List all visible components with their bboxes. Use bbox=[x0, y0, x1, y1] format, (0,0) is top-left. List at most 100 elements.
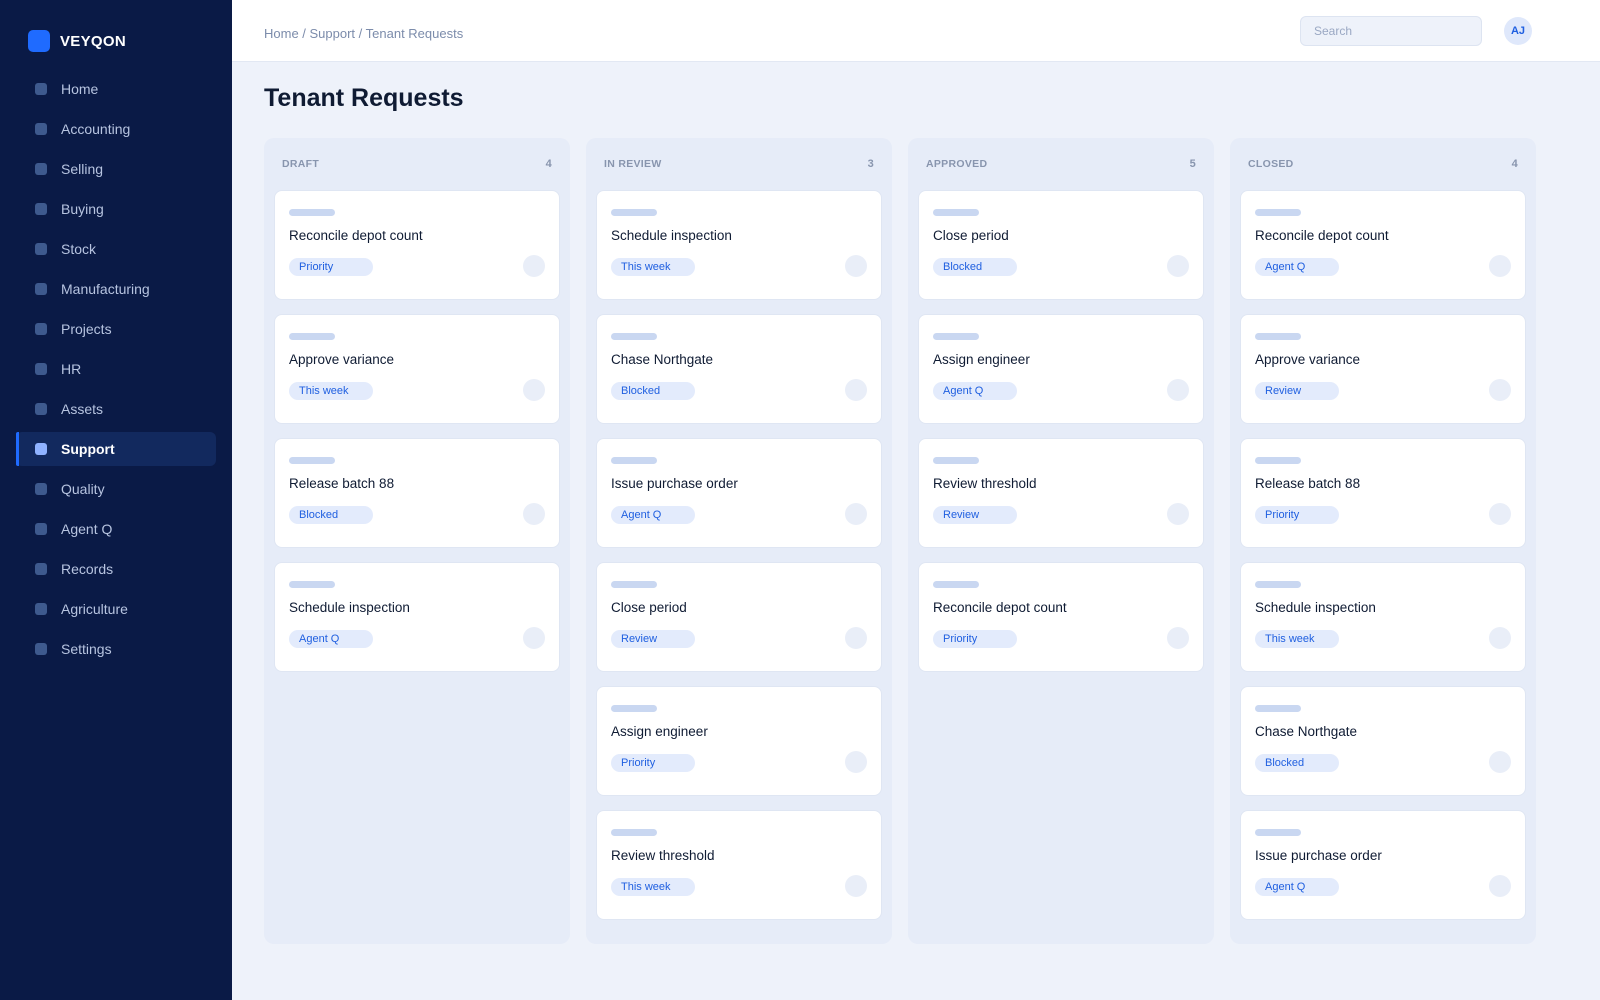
column-closed: CLOSED 4 Reconcile depot count Agent Q Appro… bbox=[1230, 138, 1536, 944]
task-card[interactable]: Release batch 88 Blocked bbox=[274, 438, 560, 548]
sidebar-item-selling[interactable]: Selling bbox=[16, 152, 216, 186]
page-title: Tenant Requests bbox=[264, 84, 464, 112]
assignee-avatar-icon[interactable] bbox=[845, 751, 867, 773]
sidebar-item-hr[interactable]: HR bbox=[16, 352, 216, 386]
sidebar-item-agent-q[interactable]: Agent Q bbox=[16, 512, 216, 546]
sidebar-item-manufacturing[interactable]: Manufacturing bbox=[16, 272, 216, 306]
card-placeholder-bar bbox=[1255, 333, 1301, 340]
square-icon bbox=[35, 563, 47, 575]
sidebar-item-records[interactable]: Records bbox=[16, 552, 216, 586]
task-card[interactable]: Issue purchase order Agent Q bbox=[1240, 810, 1526, 920]
column-header: IN REVIEW 3 bbox=[596, 138, 882, 190]
breadcrumb[interactable]: Home / Support / Tenant Requests bbox=[264, 26, 463, 41]
avatar[interactable]: AJ bbox=[1504, 17, 1532, 45]
column-title: APPROVED bbox=[926, 158, 988, 170]
column-title: CLOSED bbox=[1248, 158, 1294, 170]
task-card[interactable]: Review threshold Review bbox=[918, 438, 1204, 548]
sidebar-item-agriculture[interactable]: Agriculture bbox=[16, 592, 216, 626]
assignee-avatar-icon[interactable] bbox=[1167, 503, 1189, 525]
task-card[interactable]: Assign engineer Priority bbox=[596, 686, 882, 796]
sidebar-item-stock[interactable]: Stock bbox=[16, 232, 216, 266]
column-count: 5 bbox=[1189, 158, 1196, 170]
task-card[interactable]: Release batch 88 Priority bbox=[1240, 438, 1526, 548]
card-tag: Blocked bbox=[611, 382, 695, 400]
sidebar-item-label: Support bbox=[61, 441, 115, 457]
card-placeholder-bar bbox=[611, 333, 657, 340]
assignee-avatar-icon[interactable] bbox=[845, 627, 867, 649]
square-icon bbox=[35, 363, 47, 375]
search-input[interactable] bbox=[1300, 16, 1482, 46]
sidebar-item-label: Accounting bbox=[61, 121, 131, 137]
task-card[interactable]: Close period Review bbox=[596, 562, 882, 672]
task-card[interactable]: Close period Blocked bbox=[918, 190, 1204, 300]
assignee-avatar-icon[interactable] bbox=[523, 255, 545, 277]
assignee-avatar-icon[interactable] bbox=[1489, 379, 1511, 401]
assignee-avatar-icon[interactable] bbox=[1489, 751, 1511, 773]
assignee-avatar-icon[interactable] bbox=[1489, 255, 1511, 277]
assignee-avatar-icon[interactable] bbox=[1167, 627, 1189, 649]
sidebar-item-projects[interactable]: Projects bbox=[16, 312, 216, 346]
task-card[interactable]: Assign engineer Agent Q bbox=[918, 314, 1204, 424]
task-card[interactable]: Reconcile depot count Agent Q bbox=[1240, 190, 1526, 300]
square-icon bbox=[35, 243, 47, 255]
column-count: 3 bbox=[867, 158, 874, 170]
sidebar-item-label: HR bbox=[61, 361, 82, 377]
card-title: Reconcile depot count bbox=[1255, 228, 1389, 243]
sidebar-item-label: Home bbox=[61, 81, 99, 97]
sidebar-item-support[interactable]: Support bbox=[16, 432, 216, 466]
sidebar-item-assets[interactable]: Assets bbox=[16, 392, 216, 426]
square-icon bbox=[35, 83, 47, 95]
task-card[interactable]: Reconcile depot count Priority bbox=[918, 562, 1204, 672]
card-placeholder-bar bbox=[1255, 457, 1301, 464]
card-title: Release batch 88 bbox=[1255, 476, 1361, 491]
assignee-avatar-icon[interactable] bbox=[1489, 503, 1511, 525]
task-card[interactable]: Chase Northgate Blocked bbox=[596, 314, 882, 424]
card-placeholder-bar bbox=[933, 581, 979, 588]
square-icon bbox=[35, 123, 47, 135]
column-in-review: IN REVIEW 3 Schedule inspection This week Ch… bbox=[586, 138, 892, 944]
brand[interactable]: VEYQON bbox=[28, 30, 126, 52]
task-card[interactable]: Approve variance Review bbox=[1240, 314, 1526, 424]
assignee-avatar-icon[interactable] bbox=[1489, 627, 1511, 649]
assignee-avatar-icon[interactable] bbox=[845, 255, 867, 277]
assignee-avatar-icon[interactable] bbox=[1167, 379, 1189, 401]
card-title: Reconcile depot count bbox=[933, 600, 1067, 615]
card-title: Review threshold bbox=[933, 476, 1037, 491]
sidebar-item-home[interactable]: Home bbox=[16, 72, 216, 106]
column-count: 4 bbox=[545, 158, 552, 170]
column-draft: DRAFT 4 Reconcile depot count Priority Appro… bbox=[264, 138, 570, 944]
task-card[interactable]: Schedule inspection This week bbox=[1240, 562, 1526, 672]
sidebar-item-quality[interactable]: Quality bbox=[16, 472, 216, 506]
card-tag: Agent Q bbox=[933, 382, 1017, 400]
card-tag: Blocked bbox=[289, 506, 373, 524]
card-tag: Priority bbox=[1255, 506, 1339, 524]
task-card[interactable]: Reconcile depot count Priority bbox=[274, 190, 560, 300]
square-icon bbox=[35, 643, 47, 655]
card-title: Release batch 88 bbox=[289, 476, 395, 491]
assignee-avatar-icon[interactable] bbox=[523, 379, 545, 401]
card-title: Issue purchase order bbox=[1255, 848, 1382, 863]
assignee-avatar-icon[interactable] bbox=[523, 627, 545, 649]
task-card[interactable]: Schedule inspection Agent Q bbox=[274, 562, 560, 672]
card-placeholder-bar bbox=[611, 829, 657, 836]
sidebar-item-buying[interactable]: Buying bbox=[16, 192, 216, 226]
assignee-avatar-icon[interactable] bbox=[845, 503, 867, 525]
assignee-avatar-icon[interactable] bbox=[523, 503, 545, 525]
square-icon bbox=[35, 323, 47, 335]
column-count: 4 bbox=[1511, 158, 1518, 170]
task-card[interactable]: Review threshold This week bbox=[596, 810, 882, 920]
sidebar-item-accounting[interactable]: Accounting bbox=[16, 112, 216, 146]
card-tag: This week bbox=[611, 878, 695, 896]
card-title: Assign engineer bbox=[933, 352, 1030, 367]
assignee-avatar-icon[interactable] bbox=[1167, 255, 1189, 277]
assignee-avatar-icon[interactable] bbox=[845, 379, 867, 401]
task-card[interactable]: Chase Northgate Blocked bbox=[1240, 686, 1526, 796]
task-card[interactable]: Approve variance This week bbox=[274, 314, 560, 424]
task-card[interactable]: Issue purchase order Agent Q bbox=[596, 438, 882, 548]
assignee-avatar-icon[interactable] bbox=[845, 875, 867, 897]
sidebar-item-settings[interactable]: Settings bbox=[16, 632, 216, 666]
task-card[interactable]: Schedule inspection This week bbox=[596, 190, 882, 300]
assignee-avatar-icon[interactable] bbox=[1489, 875, 1511, 897]
card-title: Review threshold bbox=[611, 848, 715, 863]
card-placeholder-bar bbox=[1255, 705, 1301, 712]
